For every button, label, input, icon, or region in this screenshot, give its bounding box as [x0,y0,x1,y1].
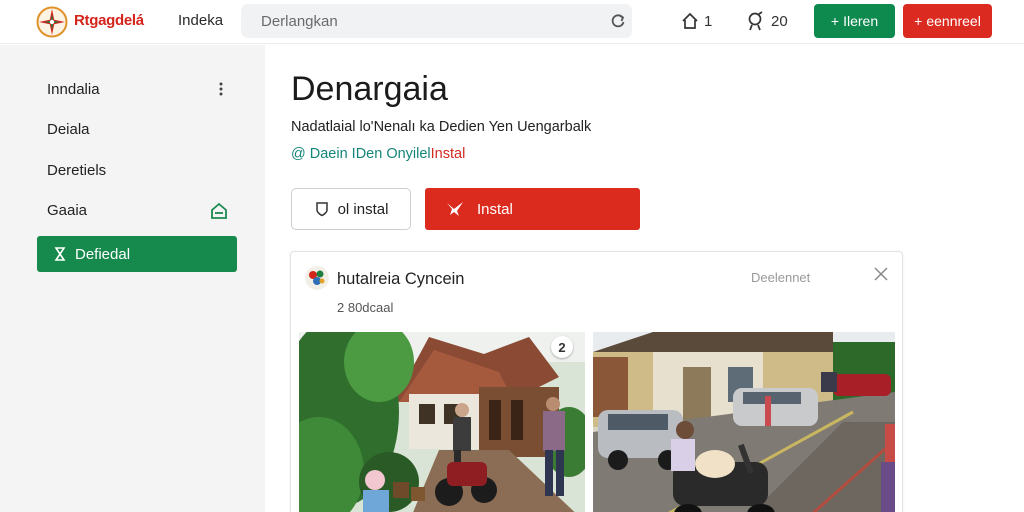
hourglass-icon [54,247,66,261]
sidebar-item-defiedal[interactable]: Defiedal [37,236,237,272]
garden-house-photo [299,332,585,512]
notifications-count: 20 [771,12,788,30]
home-button[interactable]: 1 [680,9,712,33]
shield-icon [315,202,328,217]
sidebar-item-gaaia[interactable]: Gaaia [37,192,237,228]
meta-link-author[interactable]: @ Daein [291,146,348,162]
create-button-label: Ileren [843,13,879,29]
sidebar-item-label: Gaaia [47,201,88,219]
refresh-icon[interactable] [609,12,627,30]
sidebar-item-label: Deretiels [47,161,107,179]
photo-thumbnail[interactable]: 2 [299,332,585,512]
install-label: Instal [477,200,513,218]
top-bar: Rtgagdelá Indeka 1 20 + Ileren + eennree… [0,0,1024,44]
plus-icon: + [830,13,840,29]
compass-logo-icon[interactable] [36,6,68,38]
sidebar-item-label: Inndalia [47,80,100,98]
avatar[interactable] [305,266,329,290]
media-card: hutalreia Cyncein 2 80dcaal Deelennet 2 [290,251,903,512]
meta-link-install[interactable]: Instal [431,146,466,162]
secondary-install-button[interactable]: ol instal [291,188,411,230]
sidebar-item-deretiels[interactable]: Deretiels [37,152,237,188]
card-subtitle: 2 80dcaal [337,300,394,315]
search-bar [241,4,632,38]
card-action-link[interactable]: Deelennet [751,270,810,285]
primary-action-button[interactable]: + eennreel [903,4,992,38]
page-subtitle: Nadatlaial lo'Nenalı ka Dedien Yen Uenga… [291,119,592,135]
nav-link[interactable]: Indeka [178,12,223,29]
secondary-install-label: ol instal [337,200,389,218]
courtyard-photo [593,332,895,512]
bell-icon [748,11,763,31]
meta-links: @ Daein IDen OnyilelInstal [291,146,465,162]
photo-thumbnail[interactable] [593,332,895,512]
more-vertical-icon[interactable] [213,81,229,97]
primary-action-label: eennreel [926,13,981,29]
brand-name[interactable]: Rtgagdelá [74,12,144,29]
dock-icon [211,202,227,219]
meta-link-category[interactable]: IDen Onyilel [352,146,431,162]
home-count: 1 [704,12,713,30]
bird-icon [447,202,463,216]
sidebar-item-deiala[interactable]: Deiala [37,111,237,147]
page-title: Denargaia [291,70,448,108]
notifications-button[interactable]: 20 [744,9,788,33]
help-badge[interactable]: 2 [551,336,573,358]
sidebar-item-label: Deiala [47,120,90,138]
search-input[interactable] [261,11,591,31]
install-button[interactable]: Instal [425,188,640,230]
sidebar-item-label: Defiedal [75,245,131,263]
home-icon [682,12,698,29]
close-icon[interactable] [873,266,889,282]
card-title: hutalreia Cyncein [337,270,465,288]
plus-icon: + [914,13,923,29]
create-button[interactable]: + Ileren [814,4,895,38]
sidebar-item-inndalia[interactable]: Inndalia [37,71,237,107]
sidebar: Inndalia Deiala Deretiels Gaaia Defiedal [0,45,265,512]
